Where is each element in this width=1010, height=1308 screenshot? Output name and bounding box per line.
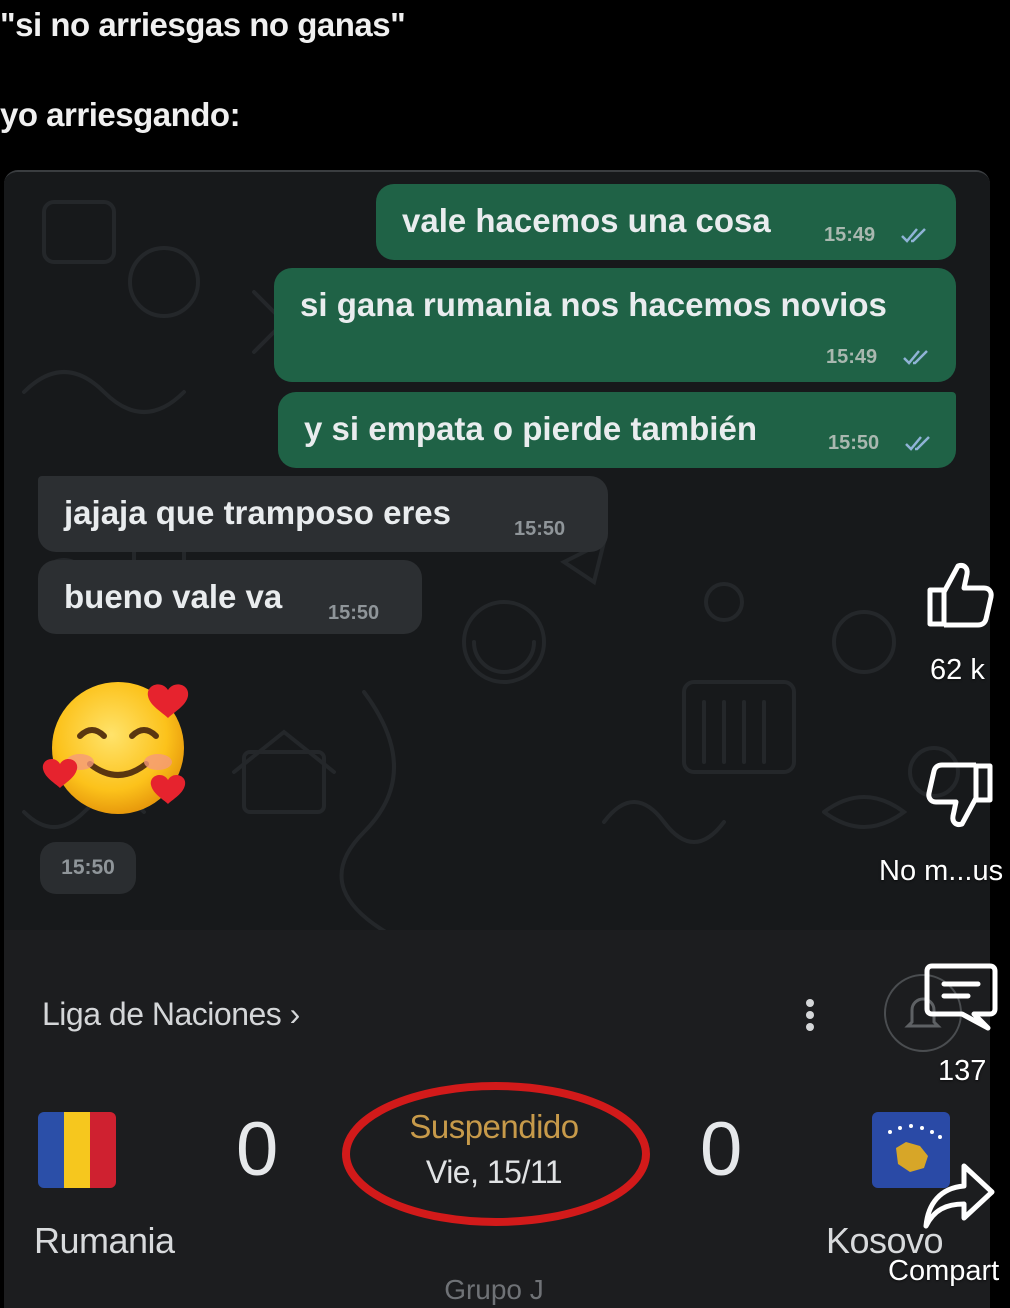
caption-line-2: yo arriesgando: xyxy=(0,96,241,133)
message-time: 15:50 xyxy=(828,432,880,454)
message-time: 15:50 xyxy=(40,842,136,894)
message-time: 15:49 xyxy=(824,224,876,246)
match-date: Vie, 15/11 xyxy=(425,1154,563,1190)
message-bubble-outgoing[interactable]: vale hacemos una cosa 15:49 xyxy=(376,184,956,260)
comment-count: 137 xyxy=(938,1055,987,1087)
message-text: bueno vale va xyxy=(64,578,283,615)
read-receipt-icon xyxy=(901,228,926,243)
home-team-name: Rumania xyxy=(34,1220,175,1261)
match-status: Suspendido xyxy=(409,1108,579,1145)
message-time: 15:50 xyxy=(514,518,566,540)
thumbs-down-icon[interactable] xyxy=(922,758,998,834)
chat-area: vale hacemos una cosa 15:49 si gana ruma… xyxy=(4,172,990,930)
message-text: vale hacemos una cosa xyxy=(402,202,771,239)
message-bubble-incoming[interactable]: bueno vale va 15:50 xyxy=(38,560,422,634)
chat-screenshot: vale hacemos una cosa 15:49 si gana ruma… xyxy=(4,170,990,1308)
thumbs-up-icon[interactable] xyxy=(922,556,998,632)
match-score-card[interactable]: Liga de Naciones › Rumania 0 Suspendido … xyxy=(4,930,990,1308)
message-text: jajaja que tramposo eres xyxy=(64,494,451,531)
read-receipt-icon xyxy=(903,350,928,365)
message-bubble-incoming[interactable]: jajaja que tramposo eres 15:50 xyxy=(38,476,608,552)
away-score: 0 xyxy=(700,1107,743,1192)
message-bubble-outgoing[interactable]: si gana rumania nos hacemos novios 15:49 xyxy=(274,268,956,382)
message-bubble-outgoing[interactable]: y si empata o pierde también 15:50 xyxy=(278,392,956,468)
smiling-face-with-hearts-emoji[interactable] xyxy=(40,672,200,822)
more-options-icon[interactable] xyxy=(804,998,816,1032)
romania-flag xyxy=(38,1112,116,1188)
home-score: 0 xyxy=(236,1107,279,1192)
like-count: 62 k xyxy=(930,654,985,686)
read-receipt-icon xyxy=(905,436,930,451)
dislike-label: No m...us xyxy=(879,855,1004,887)
video-frame: "si no arriesgas no ganas" yo arriesgand… xyxy=(0,0,1010,1308)
message-time: 15:50 xyxy=(328,602,380,624)
caption-line-1: "si no arriesgas no ganas" xyxy=(0,6,406,43)
share-label: Compart xyxy=(888,1255,1000,1287)
message-time: 15:49 xyxy=(826,346,878,368)
message-text: y si empata o pierde también xyxy=(304,410,757,447)
comment-icon[interactable] xyxy=(922,958,998,1034)
league-link[interactable]: Liga de Naciones › xyxy=(42,996,300,1033)
group-label: Grupo J xyxy=(444,1274,544,1305)
message-text: si gana rumania nos hacemos novios xyxy=(300,286,887,323)
share-icon[interactable] xyxy=(920,1158,996,1234)
